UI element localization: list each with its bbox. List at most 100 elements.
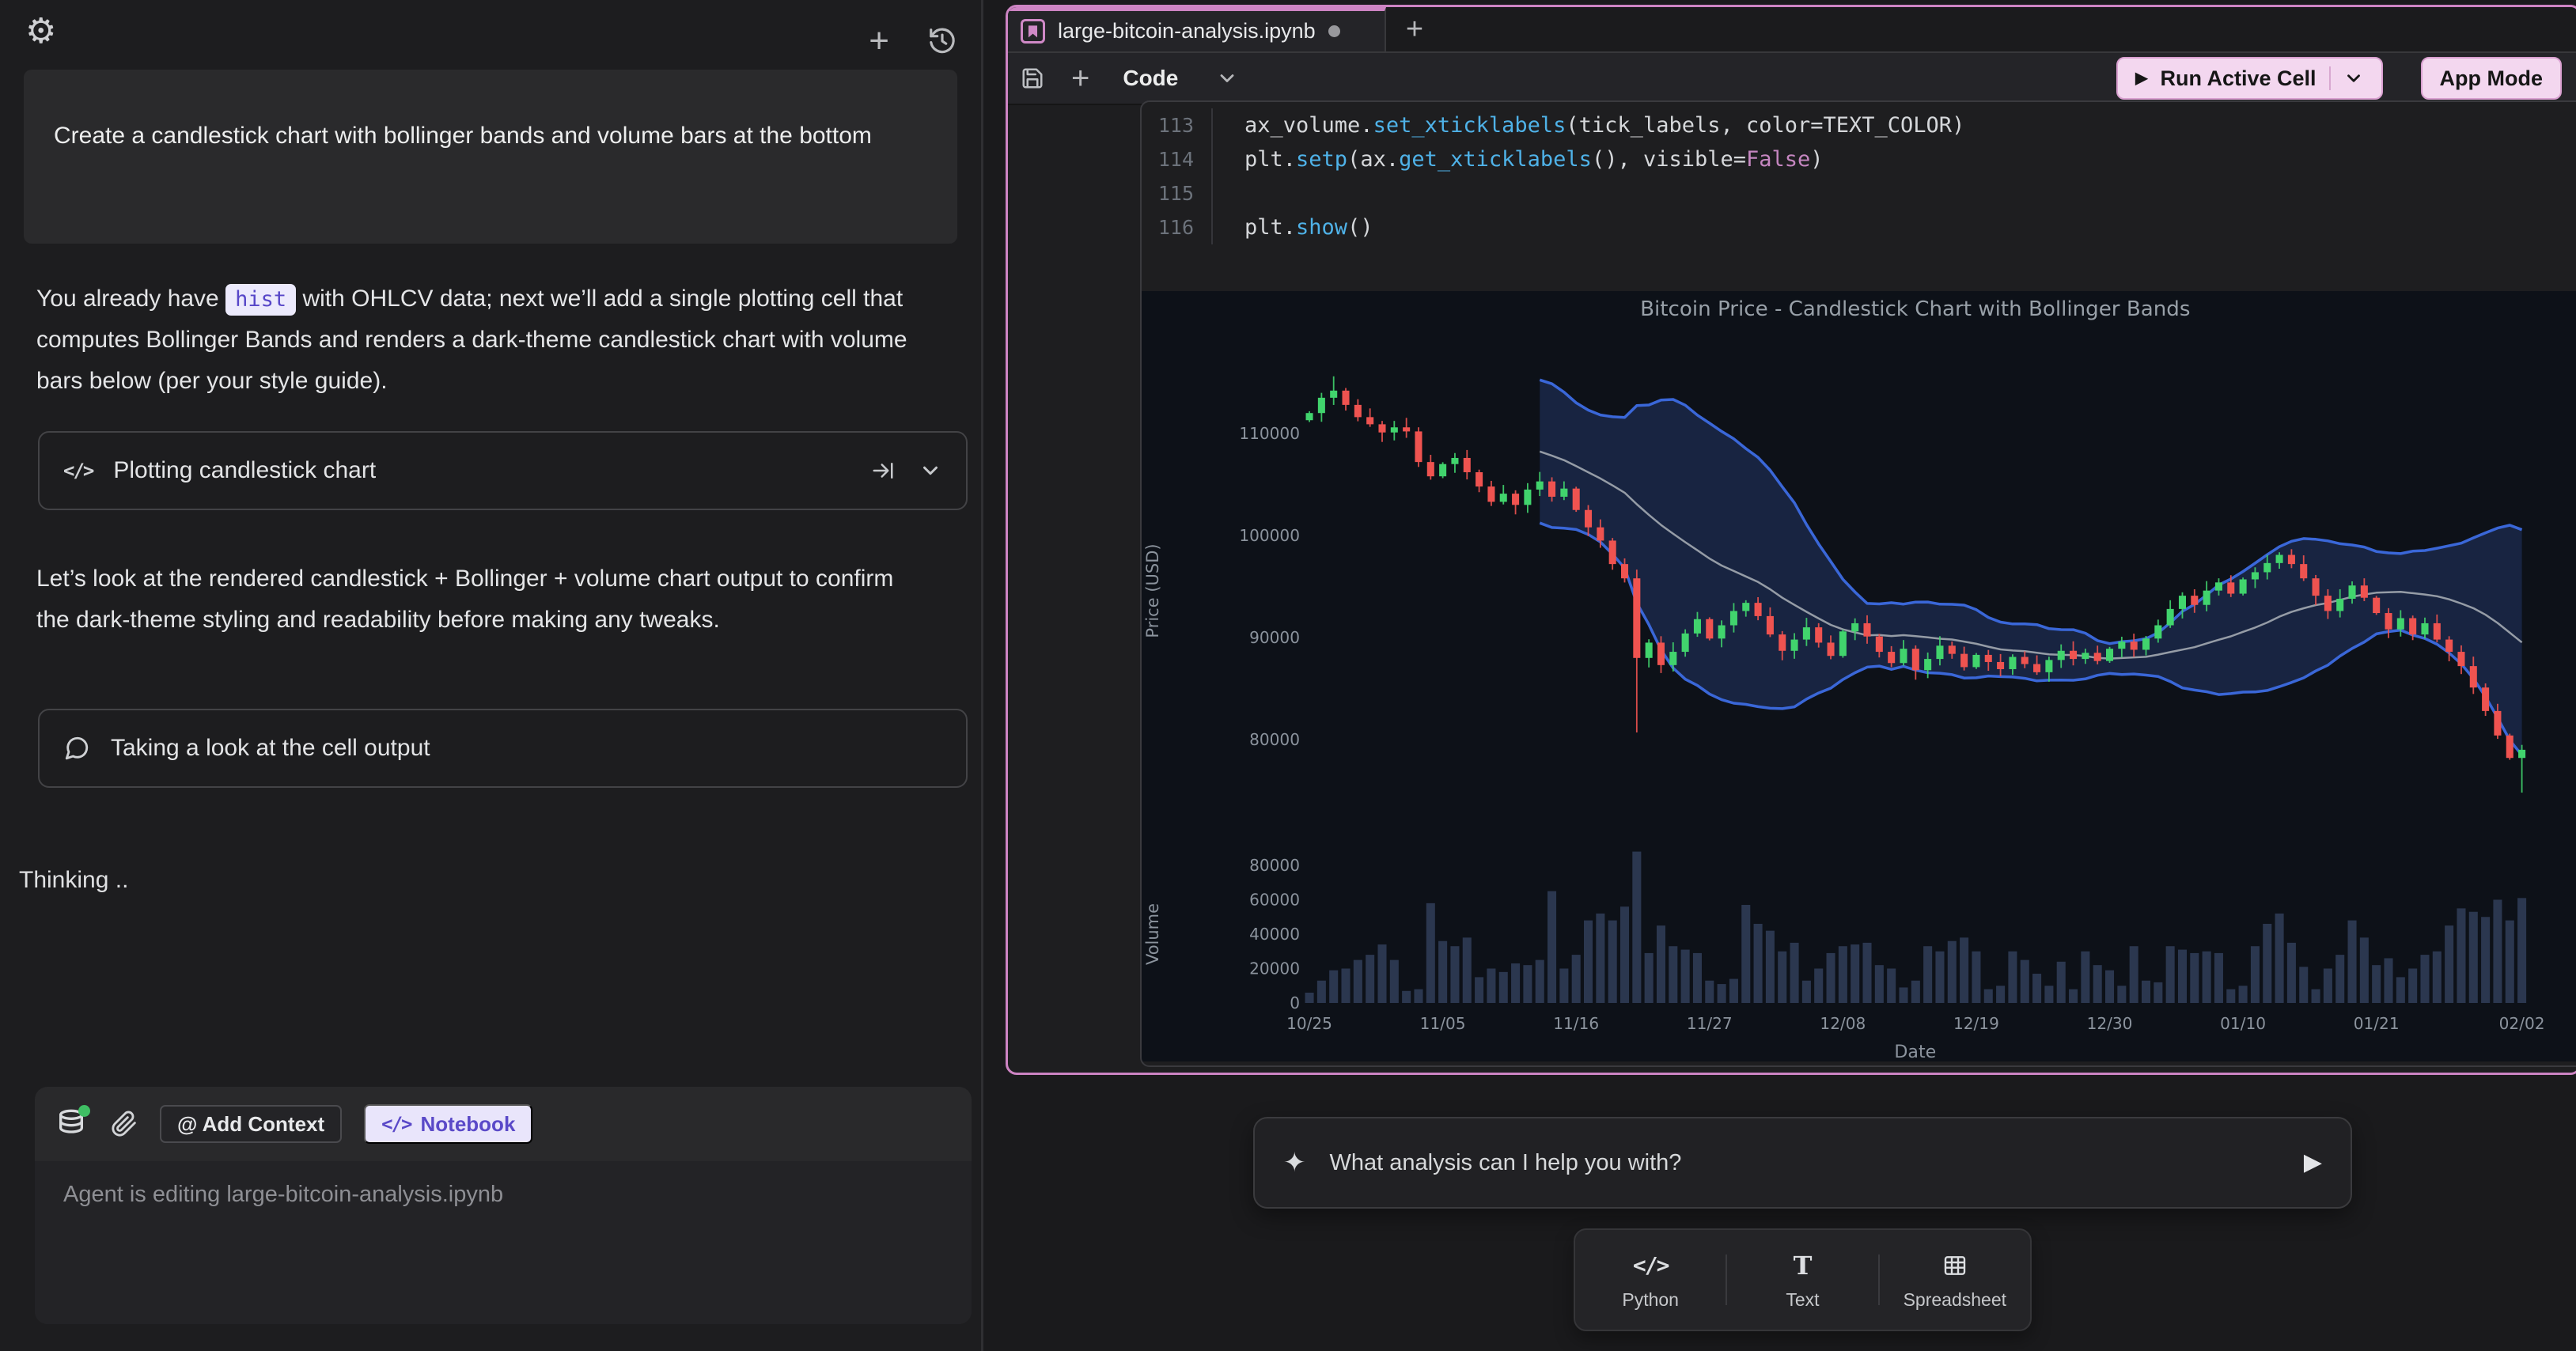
analysis-prompt-bar[interactable]: ✦ What analysis can I help you with? ▶ <box>1253 1117 2352 1209</box>
tool-label: Text <box>1786 1289 1819 1311</box>
floppy-save-icon <box>1021 66 1044 90</box>
svg-text:20000: 20000 <box>1249 959 1300 978</box>
connected-status-dot <box>78 1105 90 1117</box>
cell-insert-toolbar: </> Python T Text Spreadsheet <box>1574 1228 2032 1331</box>
svg-text:0: 0 <box>1290 993 1300 1012</box>
send-icon[interactable]: ▶ <box>2304 1151 2322 1175</box>
notebook-panel: large-bitcoin-analysis.ipynb + + Code ▶ … <box>1006 5 2576 1075</box>
add-context-button[interactable]: @ Add Context <box>160 1105 342 1143</box>
add-cell-button[interactable]: + <box>1071 62 1089 94</box>
app-mode-button[interactable]: App Mode <box>2421 57 2562 100</box>
run-active-cell-button[interactable]: ▶ Run Active Cell <box>2116 57 2382 100</box>
history-clock-icon <box>927 26 957 56</box>
svg-text:40000: 40000 <box>1249 925 1300 944</box>
svg-text:01/10: 01/10 <box>2220 1014 2266 1033</box>
plus-icon: + <box>1071 62 1089 94</box>
attach-file-button[interactable] <box>111 1111 138 1137</box>
svg-text:60000: 60000 <box>1249 891 1300 910</box>
button-divider <box>2329 66 2331 90</box>
chat-input[interactable]: Agent is editing large-bitcoin-analysis.… <box>35 1161 972 1324</box>
assistant-text: You already have <box>36 286 225 312</box>
insert-python-button[interactable]: </> Python <box>1575 1250 1726 1311</box>
chat-composer: @ Add Context </> Notebook Agent is edit… <box>35 1087 972 1324</box>
play-icon: ▶ <box>2135 70 2147 86</box>
tab-title: large-bitcoin-analysis.ipynb <box>1058 19 1316 44</box>
text-icon: T <box>1794 1250 1813 1281</box>
line-number: 116 <box>1142 216 1194 239</box>
sparkle-icon: ✦ <box>1283 1149 1306 1176</box>
line-number: 115 <box>1142 182 1194 205</box>
tab-notebook-file[interactable]: large-bitcoin-analysis.ipynb <box>1008 7 1386 51</box>
svg-text:90000: 90000 <box>1249 628 1300 647</box>
svg-text:80000: 80000 <box>1249 856 1300 875</box>
insert-spreadsheet-button[interactable]: Spreadsheet <box>1880 1250 2030 1311</box>
active-code-cell[interactable]: 113ax_volume.set_xticklabels(tick_labels… <box>1140 100 2576 1067</box>
candlestick-chart: Bitcoin Price - Candlestick Chart with B… <box>1142 291 2576 1062</box>
inline-code-chip: hist <box>225 284 296 316</box>
thinking-status: Thinking .. <box>19 867 128 894</box>
cell-type-value: Code <box>1123 66 1178 91</box>
code-line[interactable]: 115 <box>1142 176 2576 210</box>
tab-bar: large-bitcoin-analysis.ipynb + <box>1008 7 2576 53</box>
code-line[interactable]: 113ax_volume.set_xticklabels(tick_labels… <box>1142 108 2576 142</box>
history-button[interactable] <box>927 26 957 56</box>
tool-step-label: Plotting candlestick chart <box>113 457 376 484</box>
app-root: ⚙ + Create a candlestick chart with boll… <box>0 0 2576 1351</box>
chevron-down-icon[interactable] <box>2343 68 2364 89</box>
data-source-button[interactable] <box>55 1107 89 1141</box>
assistant-message-2: Let’s look at the rendered candlestick +… <box>36 558 915 641</box>
insert-text-button[interactable]: T Text <box>1727 1250 1877 1311</box>
python-code-icon: </> <box>1633 1250 1669 1281</box>
plus-icon: + <box>869 24 889 59</box>
tool-step-plotting[interactable]: </> Plotting candlestick chart <box>38 431 968 510</box>
chevron-down-icon[interactable] <box>919 459 942 482</box>
spreadsheet-grid-icon <box>1942 1250 1968 1281</box>
cell-output-figure: Bitcoin Price - Candlestick Chart with B… <box>1142 291 2576 1062</box>
svg-text:11/16: 11/16 <box>1553 1014 1599 1033</box>
unsaved-indicator-dot <box>1328 25 1340 37</box>
notebook-file-icon <box>1021 19 1045 44</box>
chevron-down-icon <box>1216 67 1238 89</box>
chat-input-placeholder: Agent is editing large-bitcoin-analysis.… <box>63 1182 503 1207</box>
tool-step-label: Taking a look at the cell output <box>111 735 430 762</box>
tool-step-cell-output[interactable]: Taking a look at the cell output <box>38 709 968 788</box>
svg-text:12/08: 12/08 <box>1820 1014 1866 1033</box>
code-icon: </> <box>381 1113 411 1135</box>
date-axis-label: Date <box>1894 1043 1936 1062</box>
cell-type-dropdown[interactable]: Code <box>1123 66 1238 91</box>
svg-text:02/02: 02/02 <box>2499 1014 2545 1033</box>
notebook-mode-label: Notebook <box>421 1112 516 1137</box>
chat-panel: ⚙ + Create a candlestick chart with boll… <box>0 0 981 1351</box>
jump-to-icon[interactable] <box>871 459 895 482</box>
assistant-message: You already have hist with OHLCV data; n… <box>36 278 946 402</box>
tool-label: Spreadsheet <box>1904 1289 2006 1311</box>
svg-text:80000: 80000 <box>1249 730 1300 749</box>
svg-text:10/25: 10/25 <box>1286 1014 1332 1033</box>
code-line[interactable]: 114 plt.setp(ax.get_xticklabels(), visibl… <box>1142 142 2576 176</box>
notebook-mode-button[interactable]: </> Notebook <box>364 1104 532 1144</box>
code-line[interactable]: 116 plt.show() <box>1142 210 2576 244</box>
svg-text:11/27: 11/27 <box>1687 1014 1733 1033</box>
code-text: plt.setp(ax.get_xticklabels(), visible=F… <box>1211 142 1824 176</box>
svg-text:11/05: 11/05 <box>1420 1014 1466 1033</box>
svg-text:12/30: 12/30 <box>2087 1014 2133 1033</box>
svg-text:12/19: 12/19 <box>1953 1014 1999 1033</box>
new-chat-button[interactable]: + <box>869 24 889 59</box>
svg-text:100000: 100000 <box>1239 526 1300 545</box>
price-axis-label: Price (USD) <box>1142 543 1162 638</box>
new-tab-button[interactable]: + <box>1386 7 1443 51</box>
svg-text:01/21: 01/21 <box>2354 1014 2400 1033</box>
chart-title: Bitcoin Price - Candlestick Chart with B… <box>1640 297 2190 321</box>
settings-gear-icon[interactable]: ⚙ <box>25 14 56 49</box>
composer-toolbar: @ Add Context </> Notebook <box>35 1087 972 1161</box>
line-number: 114 <box>1142 148 1194 171</box>
user-message-text: Create a candlestick chart with bollinge… <box>54 123 872 149</box>
code-text: ax_volume.set_xticklabels(tick_labels, c… <box>1211 108 1964 142</box>
code-text: plt.show() <box>1211 210 1373 244</box>
run-active-cell-label: Run Active Cell <box>2160 66 2316 91</box>
save-button[interactable] <box>1021 66 1044 90</box>
tool-label: Python <box>1622 1289 1679 1311</box>
code-editor[interactable]: 113ax_volume.set_xticklabels(tick_labels… <box>1142 102 2576 244</box>
volume-axis-label: Volume <box>1142 903 1162 965</box>
analysis-prompt-placeholder: What analysis can I help you with? <box>1330 1150 2280 1176</box>
